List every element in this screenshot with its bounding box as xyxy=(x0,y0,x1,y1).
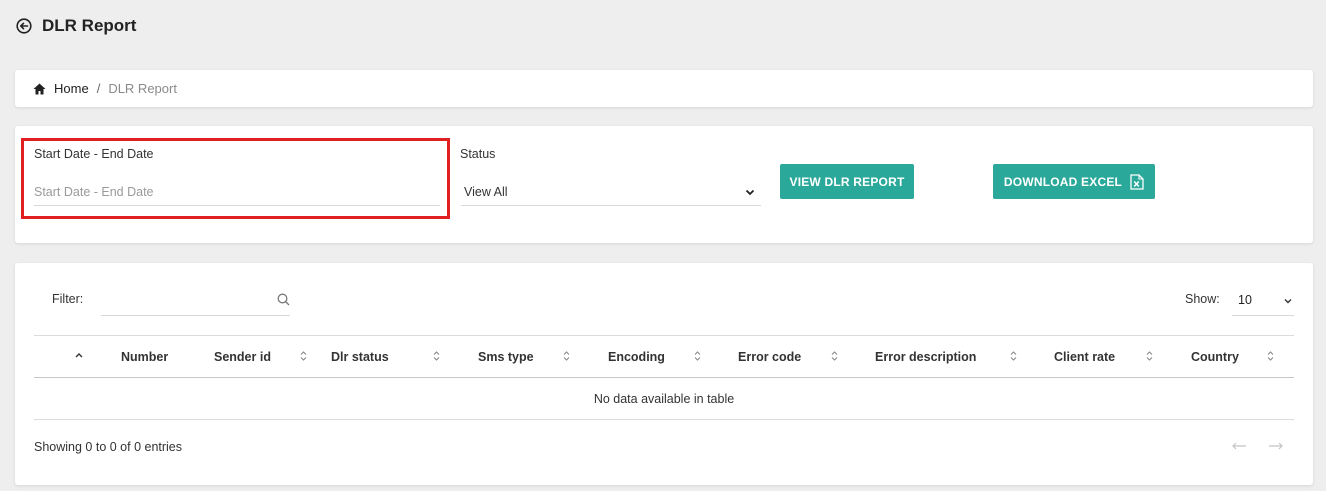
sort-icon[interactable] xyxy=(1267,350,1274,362)
dlr-table-card: Filter: Show: 10 Number Sender id Dlr st… xyxy=(15,263,1313,485)
sort-icon[interactable] xyxy=(433,350,440,362)
date-range-label: Start Date - End Date xyxy=(34,147,154,161)
sort-icon[interactable] xyxy=(300,350,307,362)
next-page-arrow-icon[interactable] xyxy=(1268,441,1284,451)
page-header: DLR Report xyxy=(16,14,136,38)
page-title: DLR Report xyxy=(42,16,137,35)
show-entries-select[interactable]: 10 xyxy=(1232,285,1294,316)
search-icon[interactable] xyxy=(277,293,290,306)
empty-table-message: No data available in table xyxy=(593,391,735,406)
chevron-down-icon xyxy=(745,187,755,197)
table-info: Showing 0 to 0 of 0 entries xyxy=(34,440,183,454)
table-header: Number Sender id Dlr status Sms type Enc… xyxy=(34,335,1294,378)
home-icon[interactable] xyxy=(33,83,46,95)
status-select-value: View All xyxy=(464,184,508,199)
status-select[interactable]: View All xyxy=(461,178,761,206)
sort-asc-icon[interactable] xyxy=(75,352,83,358)
breadcrumb-separator: / xyxy=(96,81,101,96)
column-header-error-description[interactable]: Error description xyxy=(875,336,976,378)
status-label: Status xyxy=(460,147,496,161)
chevron-down-icon xyxy=(1284,297,1292,305)
view-dlr-report-button[interactable]: VIEW DLR REPORT xyxy=(780,164,914,199)
download-excel-button[interactable]: DOWNLOAD EXCEL xyxy=(993,164,1155,199)
view-dlr-report-label: VIEW DLR REPORT xyxy=(789,174,905,189)
sort-icon[interactable] xyxy=(694,350,701,362)
column-header-number[interactable]: Number xyxy=(121,336,168,378)
column-header-encoding[interactable]: Encoding xyxy=(608,336,665,378)
column-header-error-code[interactable]: Error code xyxy=(738,336,801,378)
sort-icon[interactable] xyxy=(563,350,570,362)
show-entries-label: Show: xyxy=(1185,292,1220,306)
sort-icon[interactable] xyxy=(1010,350,1017,362)
breadcrumb-home-link[interactable]: Home xyxy=(54,81,89,96)
filter-field xyxy=(101,285,290,316)
sort-icon[interactable] xyxy=(1146,350,1153,362)
sort-icon[interactable] xyxy=(831,350,838,362)
column-header-dlr-status[interactable]: Dlr status xyxy=(331,336,389,378)
column-header-sender-id[interactable]: Sender id xyxy=(214,336,271,378)
date-range-input[interactable] xyxy=(34,178,440,206)
table-empty-row: No data available in table xyxy=(34,378,1294,420)
arrow-left-circle-icon[interactable] xyxy=(16,18,32,34)
filter-label: Filter: xyxy=(52,292,84,306)
show-entries-value: 10 xyxy=(1238,293,1252,307)
breadcrumb: Home / DLR Report xyxy=(15,70,1313,107)
download-excel-label: DOWNLOAD EXCEL xyxy=(1003,174,1123,189)
report-filters: Start Date - End Date Status View All VI… xyxy=(15,126,1313,243)
breadcrumb-current: DLR Report xyxy=(108,81,177,96)
filter-input[interactable] xyxy=(101,285,271,315)
excel-file-icon xyxy=(1130,173,1144,190)
previous-page-arrow-icon[interactable] xyxy=(1231,441,1247,451)
column-header-client-rate[interactable]: Client rate xyxy=(1054,336,1115,378)
column-header-country[interactable]: Country xyxy=(1191,336,1239,378)
column-header-sms-type[interactable]: Sms type xyxy=(478,336,534,378)
